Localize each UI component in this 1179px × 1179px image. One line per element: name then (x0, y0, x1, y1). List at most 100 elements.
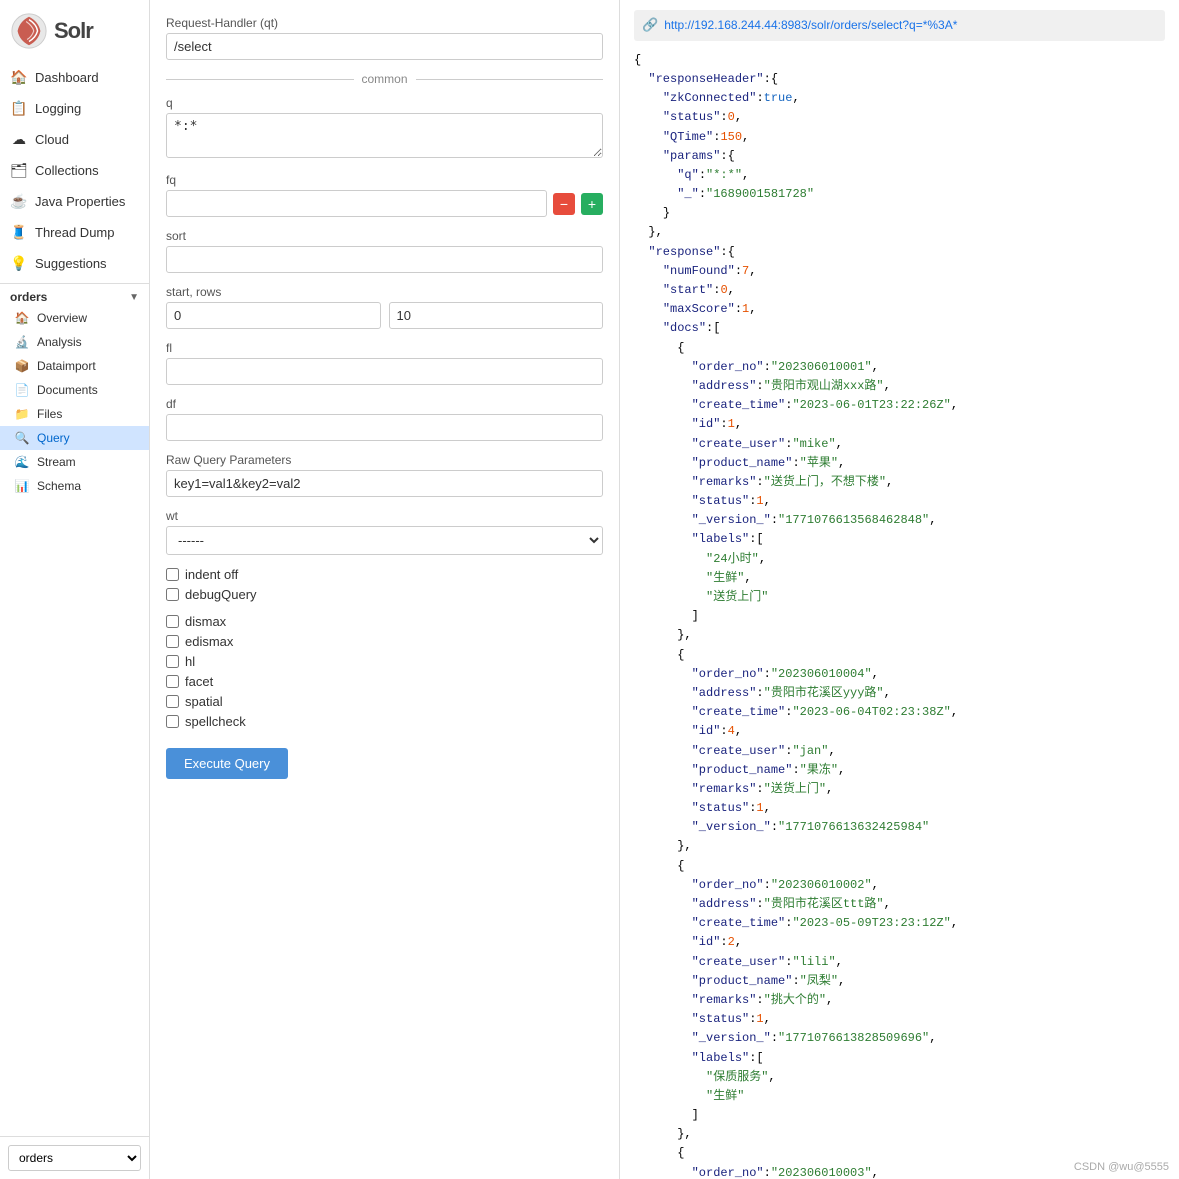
sort-input[interactable] (166, 246, 603, 273)
query-icon: 🔍 (14, 431, 30, 445)
request-handler-input[interactable] (166, 33, 603, 60)
start-input[interactable] (166, 302, 381, 329)
solr-logo-text: Solr (54, 18, 93, 44)
facet-checkbox[interactable] (166, 675, 179, 688)
sidebar-item-documents[interactable]: 📄 Documents (0, 378, 149, 402)
edismax-label[interactable]: edismax (166, 634, 603, 649)
sidebar-item-schema[interactable]: 📊 Schema (0, 474, 149, 498)
suggestions-icon: 💡 (10, 255, 28, 272)
core-name: orders (10, 290, 47, 304)
fq-input[interactable] (166, 190, 547, 217)
execute-query-button[interactable]: Execute Query (166, 748, 288, 779)
core-item-label: Query (37, 431, 70, 445)
df-input[interactable] (166, 414, 603, 441)
core-item-label: Documents (37, 383, 98, 397)
collections-icon: 🗂 (10, 162, 28, 179)
url-icon: 🔗 (642, 15, 658, 36)
sidebar-item-label: Java Properties (35, 194, 125, 209)
fq-row: − + (166, 190, 603, 217)
query-panel: Request-Handler (qt) common q *:* fq − +… (150, 0, 620, 1179)
json-output: { "responseHeader":{ "zkConnected":true,… (634, 51, 1165, 1179)
debug-query-label[interactable]: debugQuery (166, 587, 603, 602)
sidebar-item-suggestions[interactable]: 💡 Suggestions (0, 248, 149, 279)
sidebar-item-files[interactable]: 📁 Files (0, 402, 149, 426)
fq-label: fq (166, 173, 603, 187)
fq-remove-button[interactable]: − (553, 193, 575, 215)
core-item-label: Analysis (37, 335, 82, 349)
core-section: orders ▼ 🏠 Overview 🔬 Analysis 📦 Dataimp… (0, 283, 149, 498)
fl-group: fl (166, 341, 603, 385)
wt-select[interactable]: ------ json xml csv python (166, 526, 603, 555)
core-item-label: Schema (37, 479, 81, 493)
sidebar-item-dashboard[interactable]: 🏠 Dashboard (0, 62, 149, 93)
core-item-label: Stream (37, 455, 76, 469)
indent-off-label[interactable]: indent off (166, 567, 603, 582)
start-rows-label: start, rows (166, 285, 603, 299)
fq-add-button[interactable]: + (581, 193, 603, 215)
spatial-checkbox[interactable] (166, 695, 179, 708)
logging-icon: 📋 (10, 100, 28, 117)
sidebar: Solr 🏠 Dashboard 📋 Logging ☁ Cloud 🗂 Col… (0, 0, 150, 1179)
sidebar-item-query[interactable]: 🔍 Query (0, 426, 149, 450)
sidebar-item-stream[interactable]: 🌊 Stream (0, 450, 149, 474)
sidebar-nav: 🏠 Dashboard 📋 Logging ☁ Cloud 🗂 Collecti… (0, 62, 149, 1136)
rows-input[interactable] (389, 302, 604, 329)
sidebar-item-collections[interactable]: 🗂 Collections (0, 155, 149, 186)
dismax-checkbox[interactable] (166, 615, 179, 628)
stream-icon: 🌊 (14, 455, 30, 469)
spellcheck-checkbox[interactable] (166, 715, 179, 728)
sort-label: sort (166, 229, 603, 243)
result-panel: 🔗 http://192.168.244.44:8983/solr/orders… (620, 0, 1179, 1179)
sidebar-item-overview[interactable]: 🏠 Overview (0, 306, 149, 330)
solr-logo: Solr (10, 12, 93, 50)
sidebar-item-label: Logging (35, 101, 81, 116)
q-input[interactable]: *:* (166, 113, 603, 158)
sidebar-item-logging[interactable]: 📋 Logging (0, 93, 149, 124)
core-item-label: Files (37, 407, 62, 421)
edismax-checkbox[interactable] (166, 635, 179, 648)
logo-area: Solr (0, 0, 149, 62)
hl-label[interactable]: hl (166, 654, 603, 669)
schema-icon: 📊 (14, 479, 30, 493)
raw-query-group: Raw Query Parameters (166, 453, 603, 497)
facet-label[interactable]: facet (166, 674, 603, 689)
dataimport-icon: 📦 (14, 359, 30, 373)
spellcheck-label[interactable]: spellcheck (166, 714, 603, 729)
sidebar-item-label: Suggestions (35, 256, 107, 271)
solr-logo-icon (10, 12, 48, 50)
core-item-label: Overview (37, 311, 87, 325)
sidebar-item-java-properties[interactable]: ☕ Java Properties (0, 186, 149, 217)
hl-checkbox[interactable] (166, 655, 179, 668)
raw-query-input[interactable] (166, 470, 603, 497)
extra-checkboxes: dismax edismax hl facet spatial spellche… (166, 614, 603, 729)
core-dropdown-icon[interactable]: ▼ (129, 292, 139, 303)
start-rows-group: start, rows (166, 285, 603, 329)
sidebar-item-analysis[interactable]: 🔬 Analysis (0, 330, 149, 354)
sidebar-item-cloud[interactable]: ☁ Cloud (0, 124, 149, 155)
indent-off-checkbox[interactable] (166, 568, 179, 581)
java-icon: ☕ (10, 193, 28, 210)
spatial-label[interactable]: spatial (166, 694, 603, 709)
core-selector-select[interactable]: orders (8, 1145, 141, 1171)
dismax-label[interactable]: dismax (166, 614, 603, 629)
sidebar-item-thread-dump[interactable]: 🧵 Thread Dump (0, 217, 149, 248)
start-rows-row (166, 302, 603, 329)
raw-query-label: Raw Query Parameters (166, 453, 603, 467)
sidebar-item-dataimport[interactable]: 📦 Dataimport (0, 354, 149, 378)
wt-label: wt (166, 509, 603, 523)
indent-group: indent off debugQuery (166, 567, 603, 602)
q-group: q *:* (166, 96, 603, 161)
result-url-bar: 🔗 http://192.168.244.44:8983/solr/orders… (634, 10, 1165, 41)
request-handler-group: Request-Handler (qt) (166, 16, 603, 60)
debug-query-checkbox[interactable] (166, 588, 179, 601)
result-url: http://192.168.244.44:8983/solr/orders/s… (664, 16, 957, 35)
documents-icon: 📄 (14, 383, 30, 397)
overview-icon: 🏠 (14, 311, 30, 325)
analysis-icon: 🔬 (14, 335, 30, 349)
sidebar-item-label: Dashboard (35, 70, 99, 85)
core-selector-bar: orders (0, 1136, 149, 1179)
fl-label: fl (166, 341, 603, 355)
fl-input[interactable] (166, 358, 603, 385)
q-label: q (166, 96, 603, 110)
wt-group: wt ------ json xml csv python (166, 509, 603, 555)
